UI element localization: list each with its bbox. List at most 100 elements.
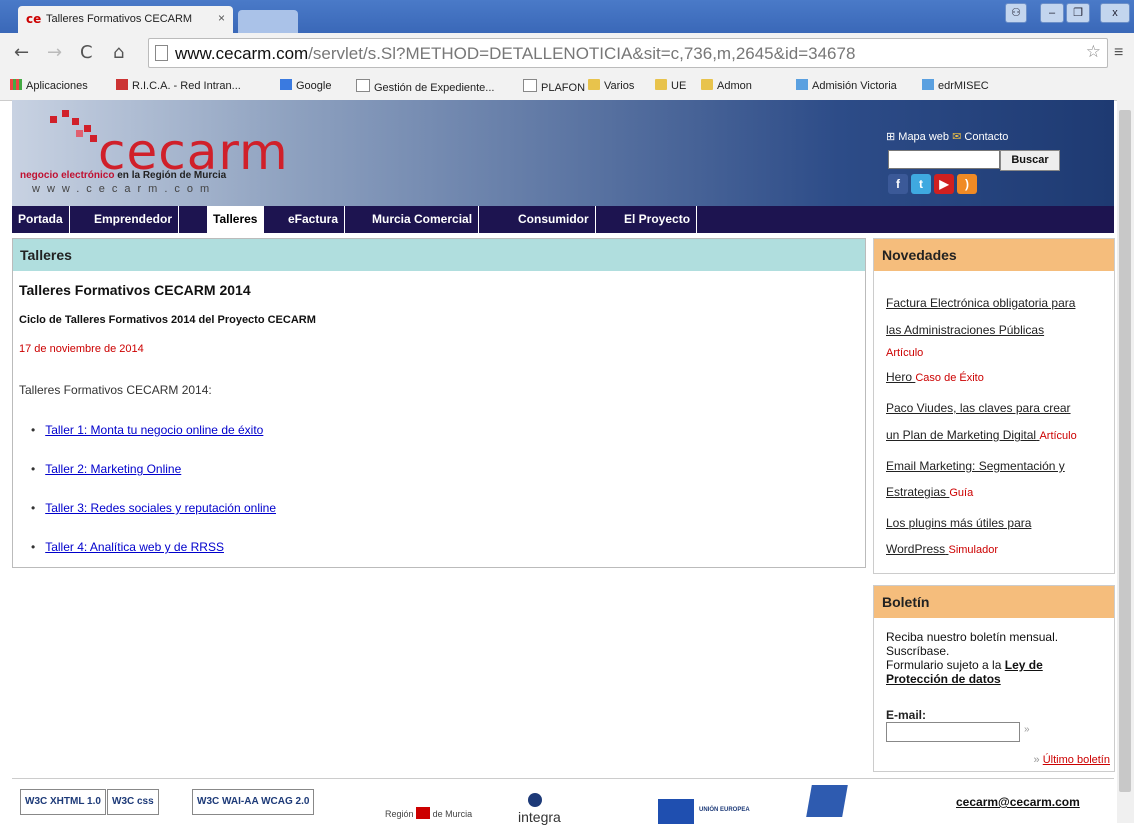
top-links: ⊞ Mapa web ✉ Contacto	[886, 130, 1008, 143]
logo-www: www.cecarm.com	[32, 183, 217, 195]
taller-link[interactable]: Taller 3: Redes sociales y reputación on…	[45, 501, 276, 515]
cecarm-favicon-icon: ce	[26, 12, 42, 26]
bookmarks-bar: Aplicaciones R.I.C.A. - Red Intran... Go…	[0, 73, 1134, 101]
site-header: cecarm negocio electrónico en la Región …	[12, 100, 1114, 206]
bookmark-rica[interactable]: R.I.C.A. - Red Intran...	[116, 79, 241, 92]
nav-portada[interactable]: Portada	[12, 206, 70, 233]
novedad-link[interactable]: un Plan de Marketing Digital Artículo	[886, 428, 1077, 442]
tab-title: Talleres Formativos CECARM	[46, 13, 193, 25]
nav-murcia-comercial[interactable]: Murcia Comercial	[366, 206, 480, 233]
bookmark-ue[interactable]: UE	[655, 79, 686, 92]
nav-consumidor[interactable]: Consumidor	[512, 206, 596, 233]
novedad-link[interactable]: Paco Viudes, las claves para crear	[886, 401, 1071, 415]
back-icon[interactable]: ←	[14, 42, 29, 63]
rss-icon[interactable]: )	[957, 174, 977, 194]
logo-pixels	[42, 110, 102, 150]
address-bar: ← → C ⌂ www.cecarm.com/servlet/s.Sl?METH…	[0, 33, 1134, 73]
search-button[interactable]: Buscar	[1000, 150, 1060, 171]
home-icon[interactable]: ⌂	[113, 42, 124, 63]
murcia-flag-icon	[416, 807, 431, 819]
page-icon	[356, 79, 370, 92]
novedad-link[interactable]: Estrategias Guía	[886, 485, 973, 499]
menu-icon[interactable]: ≡	[1114, 44, 1123, 62]
twitter-icon[interactable]: t	[911, 174, 931, 194]
folder-icon	[655, 79, 667, 90]
nav-el-proyecto[interactable]: El Proyecto	[618, 206, 698, 233]
novedad-link[interactable]: Email Marketing: Segmentación y	[886, 459, 1065, 473]
novedades-box: Novedades Factura Electrónica obligatori…	[873, 238, 1115, 574]
page-icon	[523, 79, 537, 92]
article-title: Talleres Formativos CECARM 2014	[19, 282, 251, 298]
google-icon	[280, 79, 292, 90]
facebook-icon[interactable]: f	[888, 174, 908, 194]
maximize-icon[interactable]: ❐	[1066, 3, 1090, 23]
novedad-link[interactable]: WordPress Simulador	[886, 542, 998, 556]
integra-icon	[528, 793, 542, 807]
mapa-web-link[interactable]: Mapa web	[898, 131, 949, 143]
bookmark-admon[interactable]: Admon	[701, 79, 752, 92]
article-intro: Talleres Formativos CECARM 2014:	[19, 383, 212, 397]
novedad-link[interactable]: Los plugins más útiles para	[886, 516, 1031, 530]
eu-logo[interactable]: UNIÓN EUROPEA	[699, 807, 750, 813]
novedad-link[interactable]: Factura Electrónica obligatoria para	[886, 296, 1075, 310]
url-path: /servlet/s.Sl?METHOD=DETALLENOTICIA&sit=…	[308, 44, 856, 63]
bookmark-varios[interactable]: Varios	[588, 79, 634, 92]
sitemap-icon: ⊞	[886, 131, 896, 143]
nav-emprendedor[interactable]: Emprendedor	[88, 206, 180, 233]
submit-icon[interactable]: »	[1024, 724, 1030, 735]
search-input[interactable]	[888, 150, 1000, 169]
list-item: • Taller 3: Redes sociales y reputación o…	[31, 501, 276, 515]
bookmark-apps[interactable]: Aplicaciones	[10, 79, 88, 92]
europe-stars-logo[interactable]	[806, 785, 848, 817]
article-subtitle: Ciclo de Talleres Formativos 2014 del Pr…	[19, 314, 316, 326]
youtube-icon[interactable]: ▶	[934, 174, 954, 194]
taller-link[interactable]: Taller 4: Analítica web y de RRSS	[45, 540, 224, 554]
footer: W3C XHTML 1.0 W3C css W3C WAI-AA WCAG 2.…	[12, 778, 1114, 825]
url-input[interactable]: www.cecarm.com/servlet/s.Sl?METHOD=DETAL…	[148, 38, 1108, 68]
bookmark-admision[interactable]: Admisión Victoria	[796, 79, 897, 92]
main-content: Talleres Talleres Formativos CECARM 2014…	[12, 238, 866, 568]
contact-email-link[interactable]: cecarm@cecarm.com	[956, 795, 1080, 809]
list-item: • Taller 4: Analítica web y de RRSS	[31, 540, 224, 554]
w3c-css-badge[interactable]: W3C css	[107, 789, 159, 815]
taller-link[interactable]: Taller 1: Monta tu negocio online de éxi…	[45, 423, 263, 437]
rica-icon	[116, 79, 128, 90]
list-item: • Taller 2: Marketing Online	[31, 462, 182, 476]
novedades-heading: Novedades	[874, 239, 1114, 271]
close-window-icon[interactable]: x	[1100, 3, 1130, 23]
logo-tagline: negocio electrónico en la Región de Murc…	[20, 170, 227, 181]
bookmark-edrmisec[interactable]: edrMISEC	[922, 79, 989, 92]
forward-icon[interactable]: →	[47, 42, 62, 63]
browser-tab[interactable]: ce Talleres Formativos CECARM ×	[18, 6, 233, 33]
bookmark-star-icon[interactable]: ☆	[1086, 42, 1101, 62]
bookmark-plafon[interactable]: PLAFON	[523, 79, 585, 94]
reload-icon[interactable]: C	[80, 42, 93, 63]
email-field[interactable]	[886, 722, 1020, 742]
bookmark-google[interactable]: Google	[280, 79, 331, 92]
taller-link[interactable]: Taller 2: Marketing Online	[45, 462, 181, 476]
region-murcia-logo[interactable]: Región de Murcia	[385, 807, 472, 819]
url-host: www.cecarm.com	[175, 44, 309, 63]
vertical-scrollbar[interactable]	[1117, 100, 1134, 823]
novedad-link[interactable]: Hero Caso de Éxito	[886, 370, 984, 384]
contacto-link[interactable]: Contacto	[964, 131, 1008, 143]
browser-tab-bar: ce Talleres Formativos CECARM × ⚇ – ❐ x	[0, 0, 1134, 33]
scrollbar-thumb[interactable]	[1119, 110, 1131, 792]
w3c-xhtml-badge[interactable]: W3C XHTML 1.0	[20, 789, 106, 815]
minimize-icon[interactable]: –	[1040, 3, 1064, 23]
w3c-wai-badge[interactable]: W3C WAI-AA WCAG 2.0	[192, 789, 315, 815]
boletin-heading: Boletín	[874, 586, 1114, 618]
section-heading: Talleres	[13, 239, 865, 271]
hand-icon	[922, 79, 934, 90]
novedad-link[interactable]: las Administraciones Públicas	[886, 323, 1044, 337]
nav-efactura[interactable]: eFactura	[282, 206, 346, 233]
user-icon[interactable]: ⚇	[1005, 3, 1027, 23]
hand-icon	[796, 79, 808, 90]
close-tab-icon[interactable]: ×	[218, 11, 225, 25]
new-tab-button[interactable]	[238, 10, 298, 33]
ultimo-boletin-link[interactable]: » Último boletín	[1034, 754, 1110, 766]
apps-icon	[10, 79, 22, 90]
nav-talleres[interactable]: Talleres	[207, 206, 265, 233]
email-label: E-mail:	[886, 708, 927, 722]
bookmark-gestion[interactable]: Gestión de Expediente...	[356, 79, 494, 94]
